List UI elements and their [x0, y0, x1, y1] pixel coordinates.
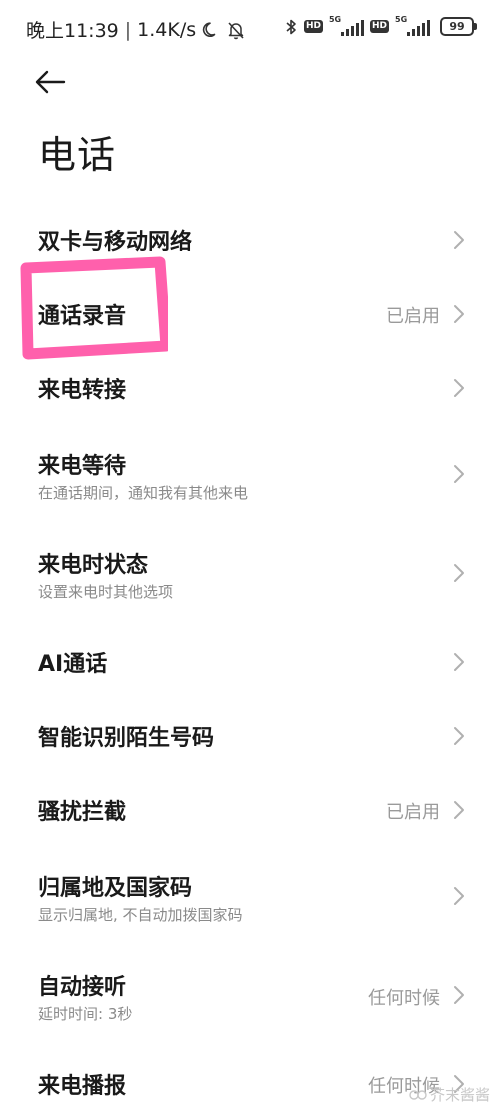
setting-subtitle: 在通话期间，通知我有其他来电: [38, 484, 249, 502]
setting-label: 双卡与移动网络: [38, 230, 193, 255]
chevron-right-icon: [454, 887, 464, 905]
muted-bell-icon: [226, 20, 246, 40]
setting-row-incoming-status[interactable]: 来电时状态 设置来电时其他选项: [0, 539, 500, 609]
watermark: 芥末酱酱: [409, 1084, 490, 1105]
setting-label: 来电等待: [38, 454, 127, 479]
setting-subtitle: 显示归属地, 不自动加拨国家码: [38, 906, 243, 924]
clock: 晚上11:39: [26, 20, 119, 42]
watermark-text: 芥末酱酱: [429, 1086, 490, 1104]
signal-5g-icon: 5G: [328, 14, 364, 36]
setting-row-ai-call[interactable]: AI通话: [0, 632, 500, 692]
setting-row-identify-unknown-numbers[interactable]: 智能识别陌生号码: [0, 706, 500, 766]
chevron-right-icon: [454, 986, 464, 1004]
battery-level: 99: [449, 20, 465, 33]
watermark-logo-icon: [409, 1088, 427, 1102]
chevron-right-icon: [454, 564, 464, 582]
back-arrow-icon[interactable]: [34, 64, 70, 100]
setting-row-call-waiting[interactable]: 来电等待 在通话期间，通知我有其他来电: [0, 440, 500, 510]
setting-row-dual-sim[interactable]: 双卡与移动网络: [0, 210, 500, 270]
setting-label: 骚扰拦截: [38, 800, 127, 825]
5g-label: 5G: [395, 14, 408, 24]
hd-badge: HD: [303, 20, 323, 33]
setting-label: 归属地及国家码: [38, 876, 193, 901]
status-bar: 晚上11:39 | 1.4K/s HD 5G HD 5G 99: [0, 0, 500, 60]
chevron-right-icon: [454, 231, 464, 249]
chevron-right-icon: [454, 379, 464, 397]
setting-label: 来电时状态: [38, 553, 149, 578]
signal-5g-icon: 5G: [395, 14, 430, 36]
chevron-right-icon: [454, 305, 464, 323]
moon-icon: [202, 21, 220, 39]
setting-row-spam-blocking[interactable]: 骚扰拦截 已启用: [0, 780, 500, 840]
signal-bars: [340, 19, 364, 36]
setting-value: 已启用: [386, 306, 440, 327]
status-separator: |: [124, 18, 132, 41]
setting-row-call-forwarding[interactable]: 来电转接: [0, 358, 500, 418]
5g-label: 5G: [328, 14, 342, 24]
page-title: 电话: [38, 133, 117, 177]
setting-value: 已启用: [386, 802, 440, 823]
setting-row-location-country-code[interactable]: 归属地及国家码 显示归属地, 不自动加拨国家码: [0, 862, 500, 932]
battery-icon: 99: [440, 17, 477, 36]
network-speed: 1.4K/s: [137, 18, 197, 41]
chevron-right-icon: [454, 465, 464, 483]
setting-row-auto-answer[interactable]: 自动接听 延时时间: 3秒 任何时候: [0, 961, 500, 1031]
status-bar-right: HD 5G HD 5G 99: [284, 14, 477, 36]
setting-label: 来电转接: [38, 378, 127, 403]
setting-subtitle: 设置来电时其他选项: [38, 583, 174, 601]
setting-label: 来电播报: [38, 1074, 127, 1099]
setting-label: AI通话: [38, 652, 108, 677]
setting-subtitle: 延时时间: 3秒: [38, 1005, 133, 1023]
setting-label: 通话录音: [38, 304, 127, 329]
hd-badge: HD: [369, 20, 389, 33]
chevron-right-icon: [454, 653, 464, 671]
bluetooth-icon: [284, 18, 298, 36]
chevron-right-icon: [454, 727, 464, 745]
setting-label: 自动接听: [38, 975, 127, 1000]
status-bar-left: 晚上11:39 | 1.4K/s: [26, 16, 246, 43]
chevron-right-icon: [454, 801, 464, 819]
signal-bars: [407, 19, 430, 36]
setting-label: 智能识别陌生号码: [38, 726, 215, 751]
setting-row-call-recording[interactable]: 通话录音 已启用: [0, 284, 500, 344]
setting-value: 任何时候: [368, 988, 440, 1009]
